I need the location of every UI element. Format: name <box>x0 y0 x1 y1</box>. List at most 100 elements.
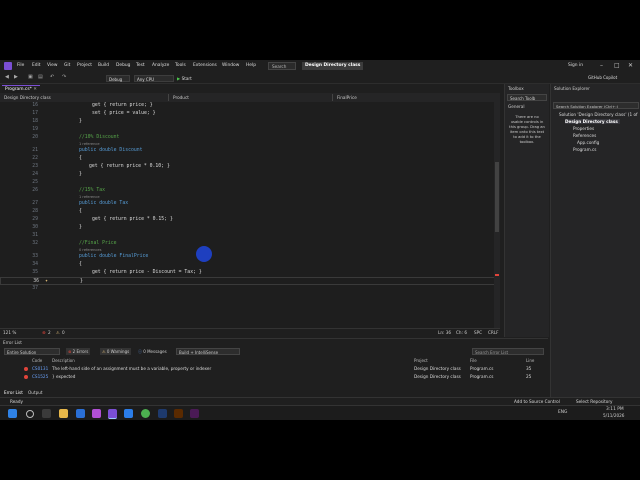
column-header-description[interactable]: Description <box>52 358 75 363</box>
search-icon[interactable] <box>26 410 34 418</box>
close-icon[interactable]: ✕ <box>628 62 633 69</box>
column-header-file[interactable]: File <box>470 358 477 363</box>
codelens-references[interactable]: 0 references <box>79 248 101 252</box>
start-button[interactable]: ▶ Start <box>177 75 192 82</box>
platform-dropdown[interactable]: Any CPU <box>134 74 174 82</box>
search-box[interactable]: Search <box>268 62 296 70</box>
zoom-level[interactable]: 121 % <box>3 330 16 335</box>
photoshop-icon[interactable] <box>158 409 167 418</box>
menu-window[interactable]: Window <box>222 63 239 68</box>
error-code[interactable]: CS0131 <box>32 365 48 372</box>
nav-class-dropdown[interactable]: Product <box>168 94 333 101</box>
save-icon[interactable]: ▣ <box>28 74 33 80</box>
toolbox-group[interactable]: General <box>508 104 525 109</box>
chrome-icon[interactable] <box>141 409 150 418</box>
file-explorer-icon[interactable] <box>59 409 68 418</box>
code-line: 25 <box>0 179 495 187</box>
tab-output[interactable]: Output <box>28 390 43 395</box>
messages-filter-button[interactable]: ⓘ 0 Messages <box>136 348 169 355</box>
line-number: 22 <box>32 156 38 161</box>
codelens-references[interactable]: 1 reference <box>79 142 100 146</box>
menu-git[interactable]: Git <box>64 63 70 68</box>
clock-time[interactable]: 3:11 PM <box>606 407 624 412</box>
platform-label: Any CPU <box>137 76 155 82</box>
menu-build[interactable]: Build <box>98 63 109 68</box>
menu-project[interactable]: Project <box>77 63 92 68</box>
warnings-filter-button[interactable]: ⚠ 0 Warnings <box>100 348 132 355</box>
windows-taskbar: ENG 3:11 PM 5/11/2026 <box>0 405 640 420</box>
maximize-icon[interactable]: □ <box>614 62 620 69</box>
tree-item-properties[interactable]: Properties <box>573 126 594 131</box>
save-all-icon[interactable]: ▤ <box>38 74 43 80</box>
column-position[interactable]: Ch: 6 <box>456 330 467 335</box>
scope-dropdown[interactable]: Entire Solution <box>4 348 60 355</box>
build-filter-dropdown[interactable]: Build + IntelliSense <box>176 348 240 355</box>
edge-icon[interactable] <box>76 409 85 418</box>
editor-scrollbar[interactable] <box>494 102 500 328</box>
windows-start-icon[interactable] <box>8 409 17 418</box>
nav-project-dropdown[interactable]: Design Directory class <box>4 94 164 101</box>
solution-search[interactable]: Search Solution Explorer (Ctrl+;) <box>553 102 639 109</box>
language-indicator[interactable]: ENG <box>558 410 567 415</box>
error-search-input[interactable]: Search Error List <box>472 348 544 355</box>
toolbox-search[interactable]: Search Toolb <box>507 94 547 101</box>
tree-item-label: References <box>573 133 597 138</box>
error-code[interactable]: CS1525 <box>32 373 48 380</box>
xd-icon[interactable] <box>190 409 199 418</box>
line-number: 21 <box>32 148 38 153</box>
scrollbar-thumb[interactable] <box>495 162 499 232</box>
errors-filter-button[interactable]: ⊗ 2 Errors <box>66 348 91 355</box>
menu-edit[interactable]: Edit <box>32 63 41 68</box>
illustrator-icon[interactable] <box>174 409 183 418</box>
menu-test[interactable]: Test <box>136 63 145 68</box>
nav-member-dropdown[interactable]: FinalPrice <box>332 94 497 101</box>
menu-debug[interactable]: Debug <box>116 63 130 68</box>
redo-icon[interactable]: ↷ <box>62 74 66 80</box>
word-icon[interactable] <box>124 409 133 418</box>
undo-icon[interactable]: ↶ <box>50 74 54 80</box>
code-editor[interactable]: 16 get { return price; } 17 set { price = … <box>0 102 500 328</box>
error-row[interactable]: CS0131 The left-hand side of an assignme… <box>0 365 548 372</box>
menu-file[interactable]: File <box>17 63 24 68</box>
sign-in-link[interactable]: Sign in <box>568 63 583 68</box>
column-header-code[interactable]: Code <box>32 358 42 363</box>
solution-title: Design Directory class <box>302 62 364 70</box>
line-ending[interactable]: CRLF <box>488 330 499 335</box>
line-number: 30 <box>32 225 38 230</box>
error-count[interactable]: 2 <box>48 330 51 335</box>
menu-view[interactable]: View <box>47 63 57 68</box>
forward-icon[interactable]: ▶ <box>14 74 18 80</box>
menu-extensions[interactable]: Extensions <box>193 63 217 68</box>
copilot-button[interactable]: GitHub Copilot <box>588 74 617 81</box>
column-header-line[interactable]: Line <box>526 358 534 363</box>
lightbulb-icon[interactable]: ✦ <box>45 278 48 284</box>
config-dropdown[interactable]: Debug <box>106 74 130 82</box>
tree-item-program-cs[interactable]: Program.cs <box>573 147 596 152</box>
whitespace-mode[interactable]: SPC <box>474 330 482 335</box>
app-icon[interactable] <box>92 409 101 418</box>
menu-help[interactable]: Help <box>246 63 256 68</box>
tree-item-app-config[interactable]: App.config <box>577 140 599 145</box>
toolbar: ◀ ▶ ▣ ▤ ↶ ↷ Debug Any CPU ▶ Start GitHub… <box>0 72 640 84</box>
menu-tools[interactable]: Tools <box>175 63 186 68</box>
clock-date[interactable]: 5/11/2026 <box>603 413 624 418</box>
tab-error-list[interactable]: Error List <box>4 390 23 395</box>
tree-item-references[interactable]: References <box>573 133 596 138</box>
line-position[interactable]: Ln: 36 <box>438 330 451 335</box>
visual-studio-icon[interactable] <box>108 409 117 419</box>
project-node[interactable]: Design Directory class <box>565 119 620 124</box>
column-header-project[interactable]: Project <box>414 358 428 363</box>
nav-project-label: Design Directory class <box>4 95 51 100</box>
task-view-icon[interactable] <box>42 409 51 418</box>
solution-node[interactable]: Solution 'Design Directory class' (1 of <box>559 112 638 117</box>
code-text: get { return price; } <box>92 103 153 108</box>
minimize-icon[interactable]: – <box>600 62 603 69</box>
codelens-references[interactable]: 1 reference <box>79 195 100 199</box>
warning-count[interactable]: 0 <box>62 330 65 335</box>
editor-status-bar: 121 % ⊗ 2 ⚠ 0 Ln: 36 Ch: 6 SPC CRLF <box>0 328 500 338</box>
error-row[interactable]: CS1525 } expected Design Directory class… <box>0 373 548 380</box>
tab-close-icon[interactable]: ✕ <box>33 87 37 92</box>
menu-analyze[interactable]: Analyze <box>152 63 169 68</box>
toolbox-panel: Toolbox Search Toolb General There are n… <box>504 84 549 337</box>
back-icon[interactable]: ◀ <box>5 74 9 80</box>
